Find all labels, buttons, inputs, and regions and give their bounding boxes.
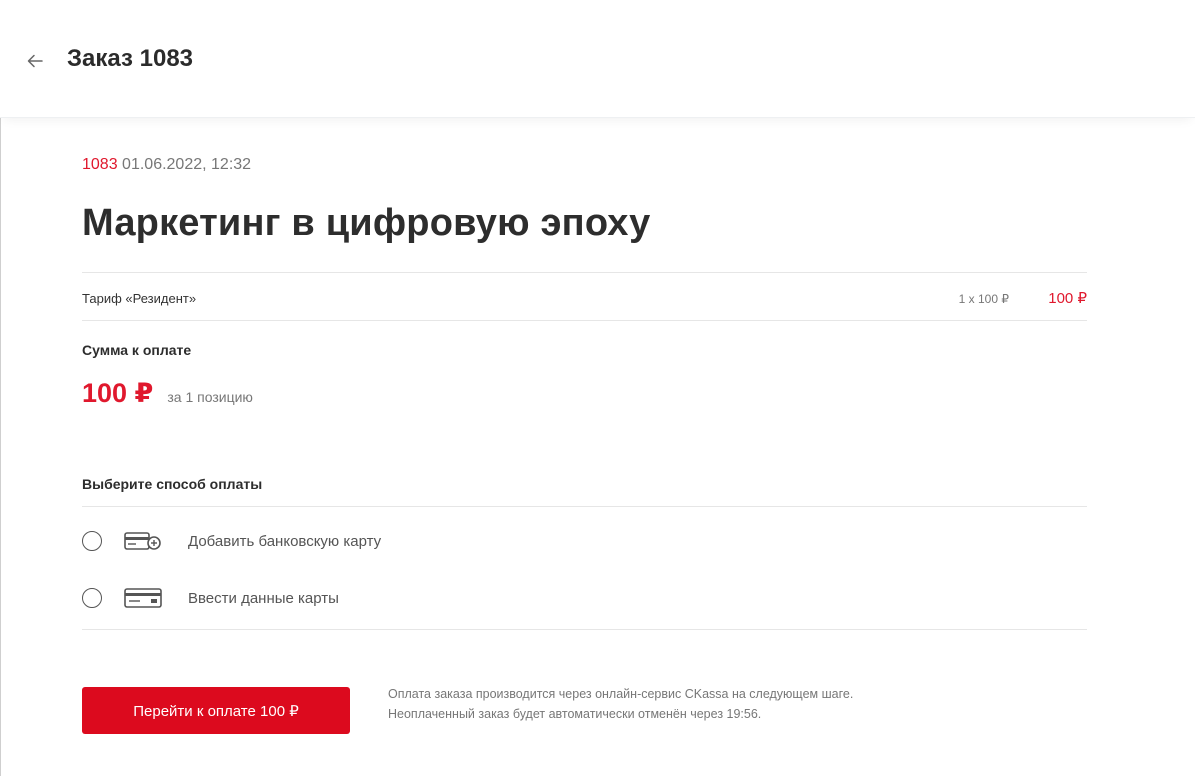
sum-label: Сумма к оплате bbox=[82, 342, 192, 358]
radio-button[interactable] bbox=[82, 588, 102, 608]
radio-button[interactable] bbox=[82, 531, 102, 551]
item-name: Тариф «Резидент» bbox=[82, 291, 197, 306]
page-header: Заказ 1083 bbox=[0, 0, 1195, 118]
divider bbox=[82, 320, 1087, 321]
sum-note: за 1 позицию bbox=[167, 389, 253, 405]
payment-option-label: Добавить банковскую карту bbox=[188, 532, 382, 550]
divider bbox=[82, 629, 1087, 630]
divider bbox=[82, 506, 1087, 507]
payment-method-label: Выберите способ оплаты bbox=[82, 476, 263, 492]
divider bbox=[82, 272, 1087, 273]
sum-amount: 100 ₽ bbox=[82, 378, 154, 408]
order-item-row: Тариф «Резидент» 1 x 100 ₽ 100 ₽ bbox=[82, 288, 1087, 310]
payment-note-line: Неоплаченный заказ будет автоматически о… bbox=[388, 707, 762, 721]
payment-option-label: Ввести данные карты bbox=[188, 589, 339, 607]
page-title: Заказ 1083 bbox=[67, 45, 194, 72]
payment-note-line: Оплата заказа производится через онлайн-… bbox=[388, 687, 854, 701]
arrow-left-icon bbox=[27, 54, 43, 68]
payment-option-add-card[interactable]: Добавить банковскую карту bbox=[82, 526, 682, 556]
go-to-payment-button[interactable]: Перейти к оплате 100 ₽ bbox=[82, 687, 350, 734]
item-total: 100 ₽ bbox=[1048, 290, 1087, 307]
back-button[interactable] bbox=[22, 48, 48, 74]
order-datetime: 01.06.2022, 12:32 bbox=[122, 156, 252, 173]
order-number: 1083 bbox=[82, 156, 118, 173]
card-add-icon bbox=[124, 530, 162, 552]
sum-row: 100 ₽ за 1 позицию bbox=[82, 378, 253, 409]
payment-option-enter-card[interactable]: Ввести данные карты bbox=[82, 583, 682, 613]
order-heading: Маркетинг в цифровую эпоху bbox=[82, 202, 651, 244]
card-icon bbox=[124, 587, 162, 609]
item-qty-price: 1 x 100 ₽ bbox=[958, 292, 1009, 306]
order-meta: 1083 01.06.2022, 12:32 bbox=[82, 156, 251, 174]
payment-note: Оплата заказа производится через онлайн-… bbox=[388, 684, 1088, 724]
